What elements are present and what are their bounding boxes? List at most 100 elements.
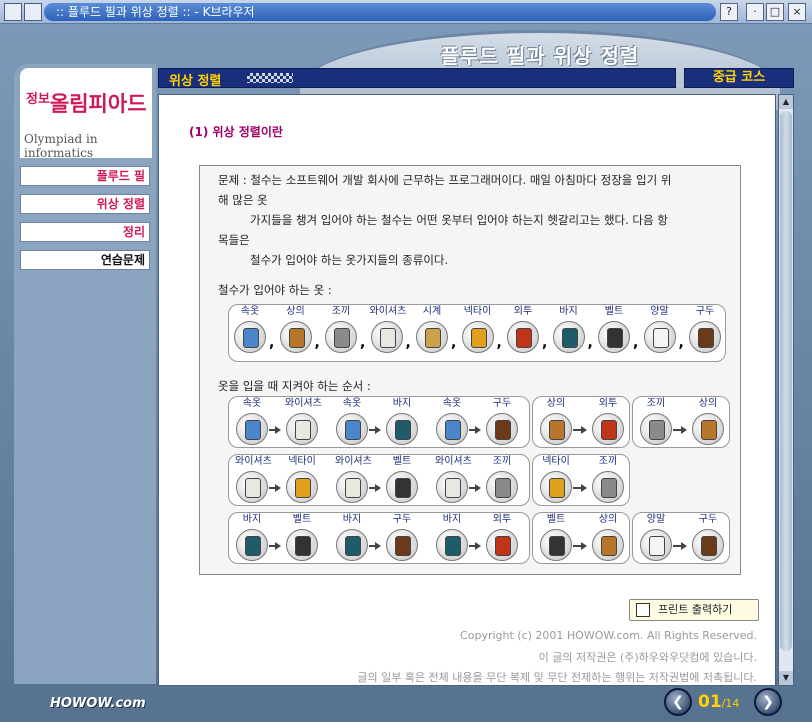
clothing-icon bbox=[592, 471, 624, 503]
clothes-label: 철수가 입어야 하는 옷 : bbox=[218, 283, 332, 297]
arrow-icon bbox=[673, 542, 687, 550]
clothing-item: 외투 bbox=[506, 305, 540, 353]
clothing-icon bbox=[286, 529, 318, 561]
arrow-icon bbox=[369, 542, 381, 550]
comma-separator: , bbox=[451, 335, 457, 351]
clothing-glyph bbox=[561, 328, 578, 348]
clothing-icon bbox=[640, 413, 672, 445]
clothing-label: 외투 bbox=[513, 306, 533, 317]
clothing-icon bbox=[692, 529, 724, 561]
order-group: 넥타이 조끼 bbox=[532, 454, 630, 506]
clothing-label: 상의 bbox=[546, 398, 566, 409]
order-group: 속옷 와이셔츠 속옷 바지 속옷 구두 bbox=[228, 396, 530, 448]
logo-small-text: 정보 bbox=[26, 92, 50, 107]
clothing-item: 바지 bbox=[335, 513, 369, 561]
clothing-icon bbox=[692, 413, 724, 445]
clothing-glyph bbox=[516, 328, 532, 348]
print-button[interactable]: 프린트 출력하기 bbox=[629, 599, 759, 621]
order-group: 상의 외투 bbox=[532, 396, 630, 448]
clothing-glyph bbox=[445, 536, 461, 556]
clothing-item: 바지 bbox=[552, 305, 586, 353]
clothing-item: 벨트 bbox=[539, 513, 573, 561]
clothing-icon bbox=[598, 321, 630, 353]
order-group: 와이셔츠 넥타이 와이셔츠 벨트 와이셔츠 조끼 bbox=[228, 454, 530, 506]
clothing-item: 넥타이 bbox=[285, 455, 319, 503]
section-heading: (1) 위상 정렬이란 bbox=[189, 125, 283, 139]
clothing-item: 넥타이 bbox=[539, 455, 573, 503]
clothing-icon bbox=[286, 413, 318, 445]
clothing-icon bbox=[436, 471, 468, 503]
clothing-icon bbox=[436, 529, 468, 561]
clothing-item: 양말 bbox=[639, 513, 673, 561]
clothing-glyph bbox=[549, 420, 565, 440]
clothing-glyph bbox=[295, 478, 311, 498]
clothing-glyph bbox=[395, 420, 411, 440]
clothing-label: 속옷 bbox=[442, 398, 462, 409]
clothing-glyph bbox=[549, 478, 565, 498]
clothing-label: 속옷 bbox=[342, 398, 362, 409]
page-current: 01 bbox=[698, 692, 722, 712]
clothing-item: 구두 bbox=[688, 305, 722, 353]
clothing-item: 속옷 bbox=[233, 305, 267, 353]
clothing-item: 조끼 bbox=[485, 455, 519, 503]
clothing-icon bbox=[386, 413, 418, 445]
scrollbar[interactable]: ▲ ▼ bbox=[778, 94, 794, 686]
clothing-item: 상의 bbox=[279, 305, 313, 353]
clothing-label: 벨트 bbox=[604, 306, 624, 317]
pin-icon[interactable] bbox=[24, 3, 42, 21]
order-group: 벨트 상의 bbox=[532, 512, 630, 564]
problem-line: 가지들을 챙겨 입어야 하는 철수는 어떤 옷부터 입어야 하는지 헷갈리고는 … bbox=[250, 213, 668, 227]
logo-english-text: Olympiad in informatics bbox=[24, 132, 98, 160]
clothing-label: 바지 bbox=[442, 514, 462, 525]
maximize-button[interactable]: □ bbox=[766, 3, 784, 21]
clothing-label: 상의 bbox=[598, 514, 618, 525]
sidebar-item-topological-sort[interactable]: 위상 정렬 bbox=[20, 194, 150, 214]
clothing-label: 양말 bbox=[650, 306, 669, 317]
clothing-item: 속옷 bbox=[335, 397, 369, 445]
arrow-icon bbox=[469, 484, 481, 492]
course-label: 중급 코스 bbox=[684, 68, 794, 88]
clothing-label: 바지 bbox=[392, 398, 412, 409]
clothing-label: 조끼 bbox=[598, 456, 618, 467]
clothing-label: 넥타이 bbox=[463, 306, 492, 317]
help-button[interactable]: ? bbox=[720, 3, 738, 21]
clothing-item: 넥타이 bbox=[461, 305, 495, 353]
clothing-icon bbox=[592, 413, 624, 445]
content-area: (1) 위상 정렬이란 문제 : 철수는 소프트웨어 개발 회사에 근무하는 프… bbox=[158, 94, 776, 686]
clothing-label: 구두 bbox=[698, 514, 718, 525]
clothing-glyph bbox=[425, 328, 441, 348]
clothing-glyph bbox=[470, 328, 487, 348]
clothing-icon bbox=[286, 471, 318, 503]
clothing-label: 조끼 bbox=[492, 456, 512, 467]
clothing-glyph bbox=[445, 420, 461, 440]
clothing-icon bbox=[689, 321, 721, 353]
clothing-icon bbox=[386, 529, 418, 561]
clothing-label: 와이셔츠 bbox=[285, 398, 322, 409]
clothing-label: 양말 bbox=[646, 514, 666, 525]
scroll-up-icon[interactable]: ▲ bbox=[779, 95, 793, 109]
clothing-glyph bbox=[395, 478, 411, 498]
scroll-thumb[interactable] bbox=[780, 111, 792, 651]
arrow-icon bbox=[469, 542, 481, 550]
footer-brand: HOWOW.com bbox=[50, 696, 146, 711]
sidebar-item-summary[interactable]: 정리 bbox=[20, 222, 150, 242]
clothing-label: 와이셔츠 bbox=[235, 456, 272, 467]
pager: ❮ 01/14 ❯ bbox=[662, 688, 788, 716]
clothing-icon bbox=[592, 529, 624, 561]
sidebar-item-flood-fill[interactable]: 플루드 필 bbox=[20, 166, 150, 186]
sidebar-item-exercises[interactable]: 연습문제 bbox=[20, 250, 150, 270]
arrow-icon bbox=[369, 484, 381, 492]
clothing-icon bbox=[416, 321, 448, 353]
prev-page-button[interactable]: ❮ bbox=[664, 688, 692, 716]
checker-decoration bbox=[247, 73, 293, 83]
clothing-item: 속옷 bbox=[435, 397, 469, 445]
close-button[interactable]: × bbox=[788, 3, 806, 21]
clothing-glyph bbox=[245, 420, 261, 440]
arrow-icon bbox=[673, 426, 687, 434]
clothing-item: 속옷 bbox=[235, 397, 269, 445]
comma-separator: , bbox=[678, 335, 684, 351]
next-page-button[interactable]: ❯ bbox=[754, 688, 782, 716]
minimize-button[interactable]: · bbox=[746, 3, 764, 21]
scroll-down-icon[interactable]: ▼ bbox=[779, 671, 793, 685]
browser-icon[interactable] bbox=[4, 3, 22, 21]
